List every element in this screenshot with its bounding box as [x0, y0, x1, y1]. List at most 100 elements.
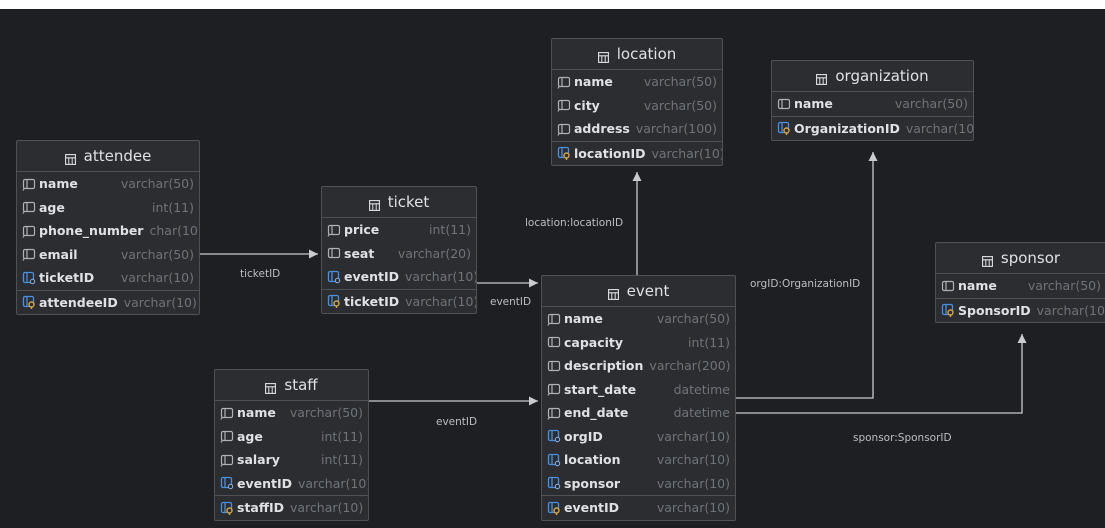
column-row[interactable]: ticketID varchar(10) — [322, 288, 477, 314]
table-title: ticket — [387, 193, 430, 211]
column-type: int(11) — [321, 428, 363, 444]
column-name: phone_number — [39, 223, 144, 239]
column-row[interactable]: name varchar(50) — [936, 274, 1105, 298]
column-row[interactable]: SponsorID varchar(10) — [936, 297, 1105, 323]
table-icon — [368, 197, 380, 211]
column-name: description — [564, 358, 644, 374]
column-row[interactable]: salary int(11) — [215, 448, 368, 472]
column-type: int(11) — [429, 222, 471, 238]
column-type: varchar(50) — [120, 176, 194, 192]
table-icon — [64, 151, 76, 165]
column-name: name — [564, 311, 603, 327]
column-icon — [220, 453, 234, 467]
column-icon — [547, 382, 561, 397]
column-plain-icon — [547, 335, 561, 349]
column-row[interactable]: location varchar(10) — [542, 448, 735, 472]
table-organization[interactable]: organization name varchar(50) OrganizationI… — [771, 60, 974, 141]
primary-key-icon — [327, 294, 341, 309]
column-row[interactable]: eventID varchar(10) — [542, 495, 735, 520]
column-row[interactable]: name varchar(50) — [552, 70, 722, 94]
column-row[interactable]: seat varchar(20) — [322, 242, 476, 266]
column-row[interactable]: email varchar(50) — [17, 243, 199, 267]
relation-line-event-organization[interactable] — [736, 152, 874, 399]
column-type: datetime — [673, 381, 730, 397]
column-row[interactable]: age int(11) — [215, 425, 368, 449]
table-header[interactable]: event — [542, 276, 735, 307]
column-name: locationID — [574, 145, 646, 161]
column-icon — [327, 223, 341, 237]
column-icon — [22, 177, 36, 191]
table-attendee[interactable]: attendee name varchar(50) age int(11) phone_n… — [16, 140, 200, 315]
column-name: city — [574, 97, 600, 113]
column-row[interactable]: name varchar(50) — [17, 172, 199, 196]
table-staff[interactable]: staff name varchar(50) age int(11) salary int(… — [214, 369, 369, 521]
table-header[interactable]: ticket — [322, 187, 476, 218]
column-type: varchar(50) — [894, 96, 968, 112]
column-row[interactable]: name varchar(50) — [772, 92, 973, 116]
table-sponsor[interactable]: sponsor name varchar(50) SponsorID varchar(1… — [935, 242, 1105, 323]
column-row[interactable]: city varchar(50) — [552, 94, 722, 118]
foreign-key-icon — [327, 270, 341, 284]
column-type: varchar(20) — [397, 245, 471, 261]
table-title: staff — [284, 376, 318, 394]
column-row[interactable]: end_date datetime — [542, 401, 735, 425]
column-icon — [557, 122, 571, 136]
column-type: varchar(10) — [405, 293, 477, 309]
arrowhead-icon — [529, 396, 538, 406]
column-name: age — [237, 428, 263, 444]
column-row[interactable]: phone_number char(10) — [17, 219, 199, 243]
column-row[interactable]: address varchar(100) — [552, 117, 722, 141]
column-type: varchar(10) — [120, 270, 194, 286]
column-row[interactable]: start_date datetime — [542, 378, 735, 402]
relation-label: sponsor:SponsorID — [853, 432, 952, 444]
table-location[interactable]: location name varchar(50) city varchar(50) ad… — [551, 38, 723, 166]
table-header[interactable]: staff — [215, 370, 368, 401]
column-row[interactable]: eventID varchar(10) — [215, 472, 368, 496]
column-row[interactable]: OrganizationID varchar(10) — [772, 115, 973, 141]
primary-key-icon — [220, 501, 234, 515]
column-row[interactable]: name varchar(50) — [215, 401, 368, 425]
column-row[interactable]: capacity int(11) — [542, 331, 735, 355]
column-row[interactable]: price int(11) — [322, 218, 476, 242]
diagram-canvas: location name varchar(50) city varchar(50) ad… — [0, 0, 1105, 528]
column-name: eventID — [564, 500, 620, 516]
table-header[interactable]: organization — [772, 61, 973, 92]
relation-line-event-sponsor[interactable] — [736, 334, 1023, 414]
column-type: varchar(50) — [1027, 278, 1101, 294]
column-row[interactable]: attendeeID varchar(10) — [17, 289, 199, 315]
column-type: int(11) — [321, 452, 363, 468]
column-type: varchar(10) — [651, 145, 723, 161]
relation-label: ticketID — [240, 268, 281, 280]
table-header[interactable]: sponsor — [936, 243, 1105, 274]
table-icon — [981, 253, 993, 267]
column-row[interactable]: name varchar(50) — [542, 307, 735, 331]
column-name: SponsorID — [958, 302, 1031, 318]
table-ticket[interactable]: ticket price int(11) seat varchar(20) eventID… — [321, 186, 477, 314]
arrowhead-icon — [1017, 334, 1027, 343]
column-name: price — [344, 222, 380, 238]
column-name: address — [574, 121, 630, 137]
table-header[interactable]: attendee — [17, 141, 199, 172]
column-row[interactable]: description varchar(200) — [542, 354, 735, 378]
column-row[interactable]: staffID varchar(10) — [215, 495, 368, 520]
column-type: varchar(50) — [656, 311, 730, 327]
column-type: varchar(10) — [1036, 302, 1105, 318]
foreign-key-icon — [547, 453, 561, 467]
column-row[interactable]: eventID varchar(10) — [322, 265, 476, 289]
column-type: varchar(200) — [649, 358, 731, 374]
column-name: eventID — [344, 269, 400, 285]
column-plain-icon — [941, 279, 955, 293]
column-row[interactable]: orgID varchar(10) — [542, 425, 735, 449]
column-row[interactable]: ticketID varchar(10) — [17, 266, 199, 290]
column-row[interactable]: age int(11) — [17, 196, 199, 220]
column-type: varchar(50) — [120, 246, 194, 262]
column-row[interactable]: sponsor varchar(10) — [542, 472, 735, 496]
table-header[interactable]: location — [552, 39, 722, 70]
column-row[interactable]: locationID varchar(10) — [552, 140, 723, 166]
column-type: varchar(10) — [656, 428, 730, 444]
column-type: int(11) — [152, 199, 194, 215]
table-icon — [597, 49, 609, 63]
foreign-key-icon — [547, 429, 561, 443]
foreign-key-icon — [22, 271, 36, 285]
table-event[interactable]: event name varchar(50) capacity int(11) descr… — [541, 275, 736, 521]
